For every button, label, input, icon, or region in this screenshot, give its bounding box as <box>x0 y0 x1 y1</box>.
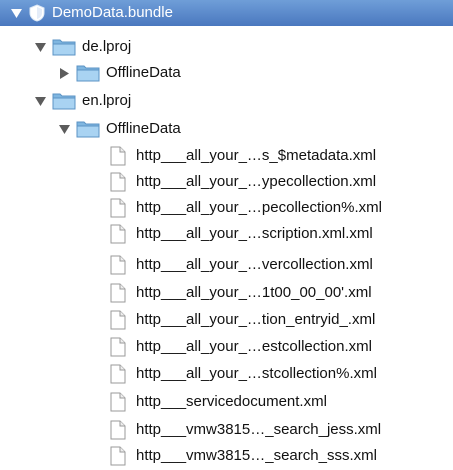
tree-row-label: http___all_your_…s_$metadata.xml <box>136 147 377 164</box>
tree-row-en-offlinedata[interactable]: OfflineData <box>0 116 453 142</box>
tree-row-label: http___all_your_…1t00_00_00'.xml <box>136 284 372 301</box>
document-icon <box>110 172 126 192</box>
disclosure-triangle-expanded-icon[interactable] <box>34 95 46 107</box>
document-icon <box>110 283 126 303</box>
tree-row-label: de.lproj <box>82 38 132 55</box>
tree-row-file[interactable]: http___all_your_…1t00_00_00'.xml <box>0 280 453 306</box>
tree-row-file[interactable]: http___all_your_…estcollection.xml <box>0 334 453 360</box>
tree-row-file[interactable]: http___vmw3815…_search_jess.xml <box>0 417 453 443</box>
tree-row-file[interactable]: http___all_your_…ypecollection.xml <box>0 169 453 195</box>
tree-row-label: http___all_your_…tion_entryid_.xml <box>136 311 376 328</box>
tree-row-label: http___vmw3815…_search_sss.xml <box>136 447 377 464</box>
tree-row-label: http___all_your_…stcollection%.xml <box>136 365 377 382</box>
tree-row-file[interactable]: http___all_your_…vercollection.xml <box>0 252 453 278</box>
folder-icon <box>52 92 76 110</box>
tree-row-file[interactable]: http___servicedocument.xml <box>0 389 453 415</box>
folder-icon <box>76 120 100 138</box>
document-icon <box>110 146 126 166</box>
folder-icon <box>52 38 76 56</box>
disclosure-triangle-expanded-icon[interactable] <box>10 7 22 19</box>
tree-row-de-offlinedata[interactable]: OfflineData <box>0 60 453 86</box>
tree-row-en-lproj[interactable]: en.lproj <box>0 88 453 114</box>
tree-row-file[interactable]: http___all_your_…scription.xml.xml <box>0 221 453 247</box>
tree-row-label: DemoData.bundle <box>52 4 173 21</box>
folder-icon <box>76 64 100 82</box>
tree-row-label: http___all_your_…scription.xml.xml <box>136 225 373 242</box>
tree-row-file[interactable]: http___all_your_…tion_entryid_.xml <box>0 307 453 333</box>
tree-row-de-lproj[interactable]: de.lproj <box>0 34 453 60</box>
document-icon <box>110 255 126 275</box>
tree-row-file[interactable]: http___all_your_…s_$metadata.xml <box>0 143 453 169</box>
document-icon <box>110 420 126 440</box>
document-icon <box>110 224 126 244</box>
tree-row-label: http___vmw3815…_search_jess.xml <box>136 421 382 438</box>
tree-row-file[interactable]: http___vmw3815…_search_sss.xml <box>0 443 453 469</box>
document-icon <box>110 364 126 384</box>
document-icon <box>110 392 126 412</box>
document-icon <box>110 198 126 218</box>
disclosure-triangle-collapsed-icon[interactable] <box>58 67 70 79</box>
bundle-icon <box>28 4 46 22</box>
disclosure-triangle-expanded-icon[interactable] <box>34 41 46 53</box>
tree-row-label: http___all_your_…pecollection%.xml <box>136 199 382 216</box>
disclosure-triangle-expanded-icon[interactable] <box>58 123 70 135</box>
tree-row-label: en.lproj <box>82 92 132 109</box>
tree-row-label: http___all_your_…vercollection.xml <box>136 256 373 273</box>
tree-row-label: OfflineData <box>106 120 181 137</box>
tree-row-demodata-bundle[interactable]: DemoData.bundle <box>0 0 453 26</box>
tree-row-file[interactable]: http___all_your_…stcollection%.xml <box>0 361 453 387</box>
tree-row-file[interactable]: http___all_your_…pecollection%.xml <box>0 195 453 221</box>
tree-row-label: http___servicedocument.xml <box>136 393 327 410</box>
document-icon <box>110 337 126 357</box>
tree-row-label: http___all_your_…ypecollection.xml <box>136 173 377 190</box>
document-icon <box>110 310 126 330</box>
tree-row-label: http___all_your_…estcollection.xml <box>136 338 372 355</box>
document-icon <box>110 446 126 466</box>
tree-row-label: OfflineData <box>106 64 181 81</box>
